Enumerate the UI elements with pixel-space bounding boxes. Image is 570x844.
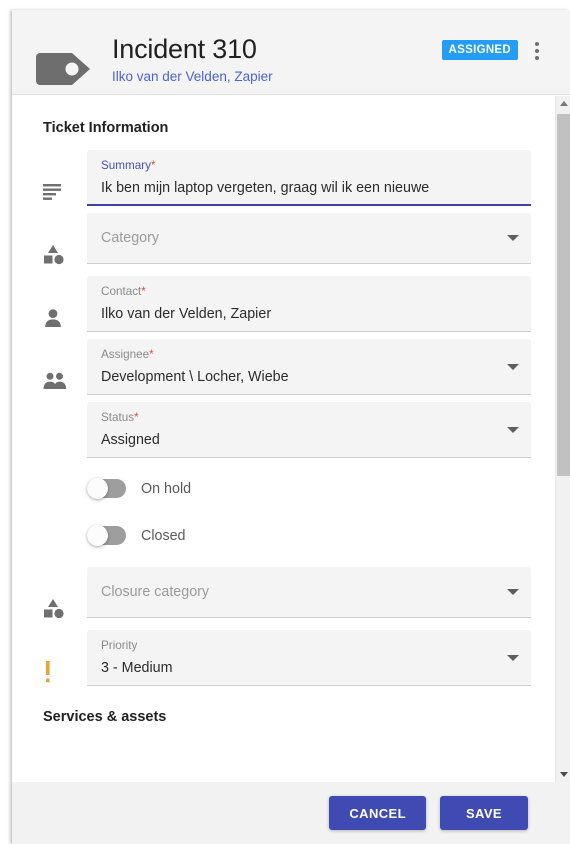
contact-value: Ilko van der Velden, Zapier	[101, 306, 272, 322]
form-row-category: Category	[12, 213, 556, 275]
on-hold-label: On hold	[141, 480, 192, 497]
chevron-down-icon[interactable]	[507, 654, 519, 661]
required-asterisk: *	[141, 286, 146, 298]
section-title-ticket-information: Ticket Information	[43, 120, 169, 136]
form-row-summary: Summary* Ik ben mijn laptop vergeten, gr…	[12, 150, 556, 212]
priority-label: Priority	[101, 639, 138, 652]
closed-toggle[interactable]	[87, 525, 126, 546]
assignee-value: Development \ Locher, Wiebe	[101, 369, 289, 385]
page-title: Incident 310	[112, 34, 257, 64]
form-row-contact: Contact* Ilko van der Velden, Zapier	[12, 276, 556, 338]
chevron-down-icon[interactable]	[507, 235, 519, 241]
scroll-up-arrow-glyph	[559, 101, 568, 106]
assignee-label: Assignee*	[101, 348, 154, 361]
closure-category-select[interactable]: Closure category	[87, 567, 531, 618]
scrollbar-thumb[interactable]	[557, 114, 570, 476]
incident-header: Incident 310 Ilko van der Velden, Zapier…	[12, 10, 570, 95]
kebab-menu-icon[interactable]	[526, 36, 548, 66]
shapes-category-icon	[43, 567, 87, 629]
toggle-knob	[87, 525, 108, 546]
contact-input[interactable]: Contact* Ilko van der Velden, Zapier	[87, 276, 531, 332]
chevron-down-icon[interactable]	[507, 363, 519, 370]
category-placeholder: Category	[101, 230, 160, 246]
contact-label: Contact*	[101, 285, 146, 298]
required-asterisk: *	[149, 349, 154, 361]
tag-icon	[34, 48, 92, 88]
toggle-row-closed: Closed	[12, 512, 556, 559]
cancel-button[interactable]: CANCEL	[329, 796, 426, 830]
kebab-dot	[535, 49, 539, 53]
incident-card: Incident 310 Ilko van der Velden, Zapier…	[12, 10, 570, 844]
status-row-icon-spacer	[43, 402, 87, 464]
summary-label: Summary*	[101, 159, 156, 172]
vertical-scrollbar[interactable]	[555, 96, 570, 782]
toggle-knob	[87, 478, 108, 499]
form-row-status: Status* Assigned	[12, 402, 556, 464]
scroll-down-arrow-glyph	[559, 772, 568, 777]
status-badge: ASSIGNED	[441, 40, 518, 60]
on-hold-toggle[interactable]	[87, 478, 126, 499]
form-row-assignee: Assignee* Development \ Locher, Wiebe	[12, 339, 556, 401]
form-row-priority: Priority 3 - Medium	[12, 630, 556, 692]
dialog-footer: CANCEL SAVE	[12, 782, 570, 844]
kebab-dot	[535, 42, 539, 46]
chevron-down-icon[interactable]	[507, 589, 519, 595]
shapes-category-icon	[43, 213, 87, 275]
scroll-down-arrow-icon[interactable]	[556, 767, 570, 782]
required-asterisk: *	[134, 412, 139, 424]
subject-lines-icon	[43, 150, 87, 212]
kebab-dot	[535, 56, 539, 60]
exclamation-priority-icon	[43, 630, 87, 692]
people-group-icon	[43, 339, 87, 401]
form-rows: Summary* Ik ben mijn laptop vergeten, gr…	[12, 150, 556, 692]
status-select[interactable]: Status* Assigned	[87, 402, 531, 458]
priority-select[interactable]: Priority 3 - Medium	[87, 630, 531, 686]
save-button[interactable]: SAVE	[439, 796, 528, 830]
category-select[interactable]: Category	[87, 213, 531, 264]
summary-value: Ik ben mijn laptop vergeten, graag wil i…	[101, 180, 430, 196]
person-icon	[43, 276, 87, 338]
status-value: Assigned	[101, 432, 160, 448]
priority-value: 3 - Medium	[101, 660, 173, 676]
form-scroll-region[interactable]: Ticket Information Summary* Ik ben mijn …	[12, 96, 570, 782]
form-row-closure-category: Closure category	[12, 567, 556, 629]
closed-label: Closed	[141, 527, 186, 544]
incident-detail-window: Incident 310 Ilko van der Velden, Zapier…	[0, 0, 570, 844]
header-text-block: Incident 310 Ilko van der Velden, Zapier	[112, 32, 273, 87]
form-content: Ticket Information Summary* Ik ben mijn …	[12, 96, 556, 782]
scroll-up-arrow-icon[interactable]	[556, 96, 570, 111]
required-asterisk: *	[151, 160, 156, 172]
summary-input[interactable]: Summary* Ik ben mijn laptop vergeten, gr…	[87, 150, 531, 206]
closure-category-placeholder: Closure category	[101, 584, 210, 600]
assignee-select[interactable]: Assignee* Development \ Locher, Wiebe	[87, 339, 531, 395]
contact-link[interactable]: Ilko van der Velden, Zapier	[112, 67, 273, 87]
chevron-down-icon[interactable]	[507, 426, 519, 433]
status-label: Status*	[101, 411, 139, 424]
toggle-row-on-hold: On hold	[12, 465, 556, 512]
section-title-services-assets: Services & assets	[43, 709, 167, 725]
